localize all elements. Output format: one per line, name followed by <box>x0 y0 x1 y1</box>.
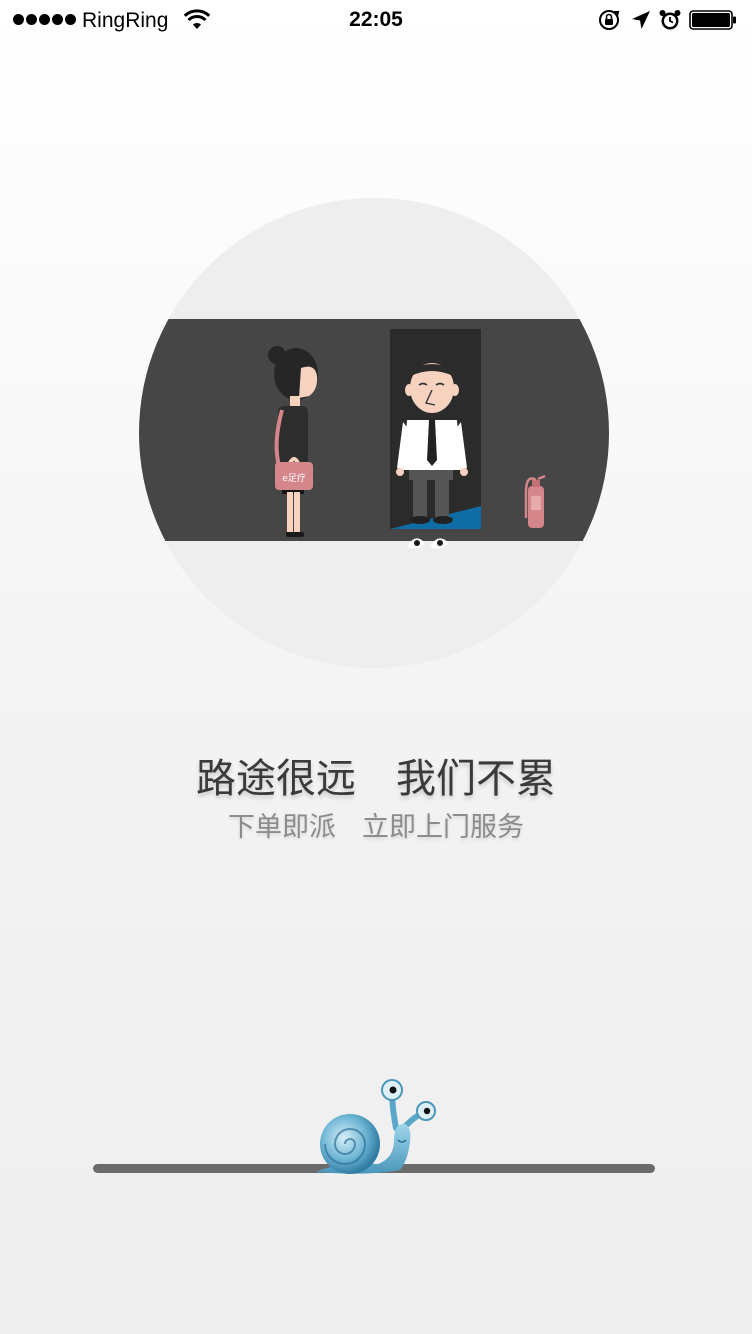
slogan-sub-left: 下单即派 <box>228 812 336 843</box>
snail-icon <box>316 1079 436 1174</box>
intro-illustration: e足疗 <box>139 198 609 668</box>
man-in-doorway-figure <box>390 329 481 529</box>
battery-icon <box>689 10 736 30</box>
slogan-sub-right: 立即上门服务 <box>362 812 524 843</box>
alarm-clock-icon <box>659 10 681 30</box>
handbag-label: e足疗 <box>282 472 306 484</box>
slogan-sub: 下单即派 立即上门服务 <box>0 810 752 846</box>
location-arrow-icon <box>632 11 650 29</box>
rotation-lock-icon <box>599 10 620 30</box>
slogan-main-left: 路途很远 <box>196 756 356 802</box>
status-bar: RingRing 22:05 <box>0 0 752 40</box>
slogan-main: 路途很远 我们不累 <box>0 752 752 806</box>
slogan-main-right: 我们不累 <box>396 756 556 802</box>
